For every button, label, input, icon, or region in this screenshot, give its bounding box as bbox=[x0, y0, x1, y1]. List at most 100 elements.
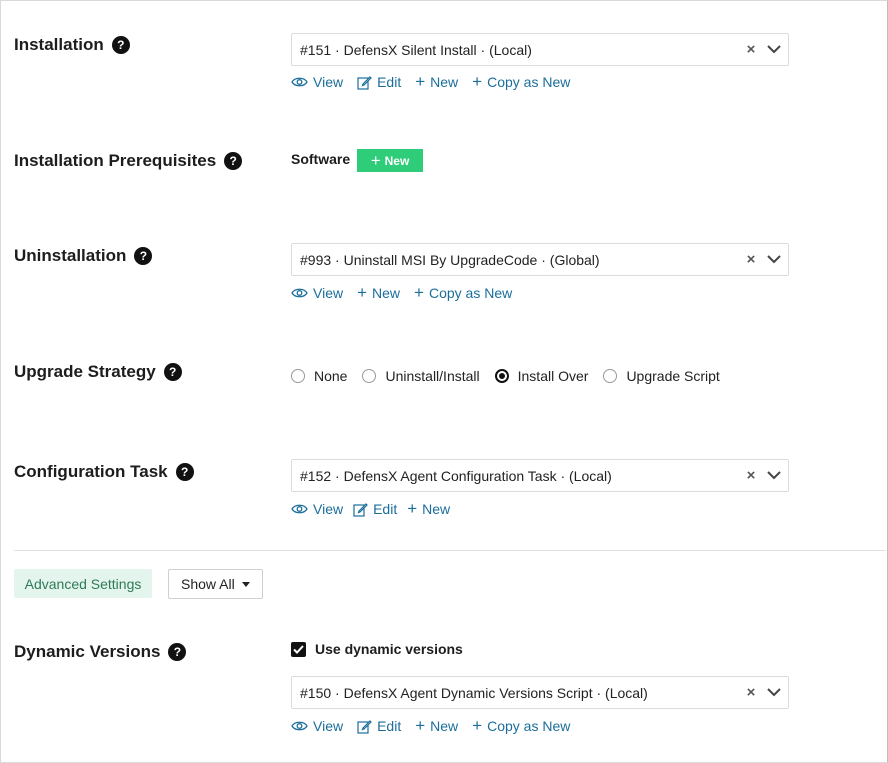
configuration-task-new-link[interactable]: + New bbox=[407, 499, 451, 518]
radio-circle bbox=[291, 369, 305, 383]
edit-icon bbox=[353, 502, 368, 517]
upgrade-strategy-label-text: Upgrade Strategy bbox=[14, 362, 156, 381]
help-icon[interactable]: ? bbox=[163, 363, 182, 381]
chevron-down-icon[interactable] bbox=[764, 471, 784, 480]
radio-label: Upgrade Script bbox=[626, 368, 720, 384]
new-label: New bbox=[372, 285, 401, 301]
configuration-task-select[interactable]: #152 · DefensX Agent Configuration Task … bbox=[291, 459, 789, 492]
dynamic-versions-actions: View Edit + New + Copy as New bbox=[291, 716, 571, 735]
new-label: New bbox=[430, 718, 459, 734]
installation-edit-link[interactable]: Edit bbox=[357, 74, 401, 90]
radio-circle bbox=[362, 369, 377, 383]
plus-icon: + bbox=[472, 716, 483, 735]
uninstallation-label: Uninstallation ? bbox=[14, 246, 153, 266]
radio-install-over[interactable]: Install Over bbox=[494, 368, 589, 384]
help-icon[interactable]: ? bbox=[175, 463, 194, 481]
chevron-down-icon[interactable] bbox=[764, 688, 784, 697]
copy-as-new-label: Copy as New bbox=[487, 718, 571, 734]
plus-icon: + bbox=[357, 283, 368, 302]
new-button-label: New bbox=[384, 153, 410, 168]
edit-label: Edit bbox=[377, 74, 402, 90]
radio-circle bbox=[603, 369, 618, 383]
installation-new-link[interactable]: + New bbox=[415, 72, 459, 91]
dynamic-versions-label: Dynamic Versions ? bbox=[14, 642, 187, 662]
use-dynamic-versions-checkbox[interactable]: Use dynamic versions bbox=[291, 641, 463, 657]
installation-select[interactable]: #151 · DefensX Silent Install · (Local) … bbox=[291, 33, 789, 66]
dynamic-versions-selected-value: #150 · DefensX Agent Dynamic Versions Sc… bbox=[300, 684, 648, 701]
uninstallation-select[interactable]: #993 · Uninstall MSI By UpgradeCode · (G… bbox=[291, 243, 789, 276]
configuration-task-actions: View Edit + New bbox=[291, 499, 451, 518]
plus-icon: + bbox=[370, 150, 381, 170]
dynamic-versions-copy-as-new-link[interactable]: + Copy as New bbox=[472, 716, 571, 735]
installation-label: Installation ? bbox=[14, 35, 130, 55]
edit-label: Edit bbox=[373, 501, 398, 517]
radio-uninstall-install[interactable]: Uninstall/Install bbox=[362, 368, 480, 384]
checkbox-checked-icon bbox=[291, 641, 306, 657]
configuration-task-selected-value: #152 · DefensX Agent Configuration Task … bbox=[300, 467, 612, 484]
clear-icon[interactable]: × bbox=[744, 467, 758, 484]
clear-icon[interactable]: × bbox=[744, 41, 758, 58]
installation-copy-as-new-link[interactable]: + Copy as New bbox=[472, 72, 570, 91]
edit-icon bbox=[357, 75, 372, 90]
configuration-task-view-link[interactable]: View bbox=[291, 501, 343, 517]
dynamic-versions-new-link[interactable]: + New bbox=[415, 716, 459, 735]
radio-none[interactable]: None bbox=[291, 368, 347, 384]
new-label: New bbox=[430, 74, 459, 90]
installation-actions: View Edit + New + Copy as New bbox=[291, 72, 570, 91]
installation-label-text: Installation bbox=[14, 35, 104, 54]
radio-label: Uninstall/Install bbox=[385, 368, 480, 384]
uninstallation-copy-as-new-link[interactable]: + Copy as New bbox=[414, 283, 513, 302]
help-icon[interactable]: ? bbox=[224, 152, 243, 170]
configuration-task-label: Configuration Task ? bbox=[14, 462, 194, 482]
eye-icon bbox=[291, 288, 308, 298]
installation-selected-value: #151 · DefensX Silent Install · (Local) bbox=[300, 41, 532, 58]
checkbox-label: Use dynamic versions bbox=[315, 641, 463, 657]
configuration-task-edit-link[interactable]: Edit bbox=[353, 501, 397, 517]
radio-circle-selected bbox=[494, 369, 509, 383]
eye-icon bbox=[291, 504, 308, 514]
caret-down-icon bbox=[241, 581, 250, 587]
plus-icon: + bbox=[415, 716, 426, 735]
plus-icon: + bbox=[472, 72, 483, 91]
help-icon[interactable]: ? bbox=[168, 643, 187, 661]
copy-as-new-label: Copy as New bbox=[428, 285, 513, 301]
dynamic-versions-label-text: Dynamic Versions bbox=[14, 642, 161, 661]
dynamic-versions-select[interactable]: #150 · DefensX Agent Dynamic Versions Sc… bbox=[291, 676, 789, 709]
show-all-dropdown[interactable]: Show All bbox=[168, 569, 263, 599]
installation-view-link[interactable]: View bbox=[291, 74, 343, 90]
radio-upgrade-script[interactable]: Upgrade Script bbox=[603, 368, 720, 384]
uninstallation-view-link[interactable]: View bbox=[291, 285, 343, 301]
eye-icon bbox=[291, 721, 308, 731]
help-icon[interactable]: ? bbox=[134, 247, 153, 265]
add-software-button[interactable]: + New bbox=[357, 149, 423, 172]
advanced-settings-tab[interactable]: Advanced Settings bbox=[14, 569, 152, 598]
view-label: View bbox=[313, 285, 344, 301]
chevron-down-icon[interactable] bbox=[764, 255, 784, 264]
clear-icon[interactable]: × bbox=[744, 684, 758, 701]
configuration-task-label-text: Configuration Task bbox=[14, 462, 168, 481]
help-icon[interactable]: ? bbox=[111, 36, 130, 54]
software-label: Software bbox=[291, 151, 351, 167]
radio-label: Install Over bbox=[517, 368, 589, 384]
edit-label: Edit bbox=[377, 718, 402, 734]
prerequisites-label-text: Installation Prerequisites bbox=[14, 151, 217, 170]
dynamic-versions-edit-link[interactable]: Edit bbox=[357, 718, 401, 734]
uninstallation-actions: View + New + Copy as New bbox=[291, 283, 513, 302]
upgrade-strategy-radio-group: None Uninstall/Install Install Over Upgr… bbox=[291, 368, 735, 384]
show-all-value: Show All bbox=[181, 576, 235, 592]
uninstallation-label-text: Uninstallation bbox=[14, 246, 127, 265]
clear-icon[interactable]: × bbox=[744, 251, 758, 268]
uninstallation-new-link[interactable]: + New bbox=[357, 283, 401, 302]
chevron-down-icon[interactable] bbox=[764, 45, 784, 54]
edit-icon bbox=[357, 719, 372, 734]
new-label: New bbox=[422, 501, 451, 517]
dynamic-versions-view-link[interactable]: View bbox=[291, 718, 343, 734]
uninstallation-selected-value: #993 · Uninstall MSI By UpgradeCode · (G… bbox=[300, 251, 600, 268]
plus-icon: + bbox=[415, 72, 426, 91]
plus-icon: + bbox=[407, 499, 418, 518]
plus-icon: + bbox=[414, 283, 424, 302]
prerequisites-label: Installation Prerequisites ? bbox=[14, 151, 243, 171]
section-divider bbox=[14, 550, 886, 551]
eye-icon bbox=[291, 77, 308, 87]
upgrade-strategy-label: Upgrade Strategy ? bbox=[14, 362, 182, 382]
